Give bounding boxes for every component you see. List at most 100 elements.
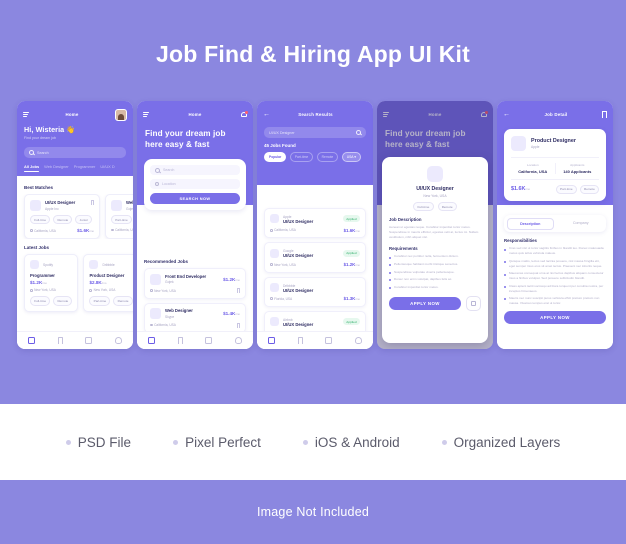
location-pin-icon: [150, 323, 153, 327]
filter-remote[interactable]: Remote: [316, 152, 339, 162]
page-title: Job Find & Hiring App UI Kit: [156, 41, 470, 67]
list-item[interactable]: Front End Developer Gojek $1.2K/mo New Y…: [144, 268, 246, 299]
phone-screen-search: Home Find your dream job here easy & fas…: [137, 101, 253, 349]
job-location-text: California, USA: [34, 228, 56, 233]
apply-now-button[interactable]: APPLY NOW: [504, 311, 606, 325]
detail-tabs: Description Company: [504, 215, 606, 233]
category-tab-uiux[interactable]: UI/UX D: [100, 164, 114, 169]
category-tab-programmer[interactable]: Programmer: [74, 164, 96, 169]
search-now-button[interactable]: SEARCH NOW: [150, 193, 240, 205]
bookmark-icon[interactable]: [297, 337, 304, 344]
list-item[interactable]: Apple UI/UX Designer Applied California,…: [264, 208, 366, 239]
hamburger-icon[interactable]: [143, 112, 149, 117]
apply-now-button[interactable]: APPLY NOW: [389, 296, 461, 310]
avatar[interactable]: [115, 108, 127, 121]
job-summary-card: Product Designer Apple Location Californ…: [504, 129, 606, 201]
phone-screen-detail-modal: Home Find your dream job here easy & fas…: [377, 101, 493, 349]
profile-icon[interactable]: [354, 337, 362, 344]
job-salary: $1.3K/mo: [344, 296, 360, 301]
job-card[interactable]: Spotify Programmer $1.2K/mo New York, US…: [24, 254, 79, 312]
bookmark-icon[interactable]: [57, 337, 64, 344]
company-logo: [150, 308, 161, 319]
filter-country-dropdown[interactable]: USA ▾: [341, 152, 361, 162]
stat-label: Applicants: [570, 163, 585, 167]
job-salary-value: $1.6K: [511, 186, 526, 193]
job-salary: $1.2K/mo: [344, 262, 360, 267]
location-pin-icon: [270, 263, 273, 266]
latest-jobs-list: Spotify Programmer $1.2K/mo New York, US…: [17, 254, 133, 312]
job-salary-value: $1.6K: [77, 228, 90, 234]
back-arrow-icon[interactable]: ←: [263, 111, 270, 118]
greeting-block: Hi, Wisteria 👋 Find your dream job: [17, 121, 133, 147]
search-icon: [356, 130, 361, 135]
job-title: Web Designer: [126, 200, 133, 205]
job-card[interactable]: UI/UX Designer Apple Inc Full-time Remot…: [24, 194, 100, 240]
search-input[interactable]: Search: [24, 147, 126, 158]
list-item[interactable]: Web Designer Skype $1.4K/mo California, …: [144, 302, 246, 333]
list-item[interactable]: Dribbble UI/UX Designer Florida, USA $1.…: [264, 276, 366, 307]
briefcase-icon[interactable]: [325, 337, 333, 344]
search-header: Home Find your dream job here easy & fas…: [137, 101, 253, 211]
feature-label: Pixel Perfect: [185, 434, 261, 450]
list-item[interactable]: Google UI/UX Designer Applied New York, …: [264, 242, 366, 273]
job-card[interactable]: Dribbble Product Designer $2.8K/mo New Y…: [83, 254, 133, 312]
responsibility-item: Class aptent taciti sociosqu ad litora t…: [504, 284, 606, 294]
bottom-tabbar: [137, 331, 253, 349]
bookmark-icon[interactable]: [236, 288, 240, 293]
feature-organized-layers: Organized Layers: [441, 435, 560, 450]
bookmark-icon[interactable]: [236, 322, 240, 328]
bookmark-icon[interactable]: [601, 111, 607, 118]
tab-description[interactable]: Description: [506, 217, 554, 230]
job-salary-unit: /mo: [101, 281, 107, 286]
responsibility-item: Cras sed nisl ut tortor sagittis finibus…: [504, 246, 606, 256]
home-content-sheet: Best Matches UI/UX Designer Apple Inc Fu…: [17, 179, 133, 349]
back-arrow-icon[interactable]: ←: [503, 111, 510, 118]
location-input[interactable]: Location: [150, 179, 240, 190]
job-salary: $1.6K/mo: [511, 186, 530, 192]
filter-chips: Popular Part-time Remote USA ▾: [257, 152, 373, 169]
briefcase-icon[interactable]: [85, 337, 93, 344]
filter-part-time[interactable]: Part-time: [289, 152, 314, 162]
search-input[interactable]: Search: [150, 165, 240, 176]
job-tag: Junior: [75, 215, 93, 225]
bookmark-square-icon[interactable]: [466, 295, 481, 311]
category-tab-web-designer[interactable]: Web Designer: [44, 164, 69, 169]
category-tab-all-jobs[interactable]: All Jobs: [24, 164, 40, 172]
bookmark-icon[interactable]: [90, 200, 94, 205]
search-input[interactable]: UI/UX Designer: [264, 127, 366, 138]
filter-popular[interactable]: Popular: [264, 152, 287, 162]
stat-location: Location California, USA: [511, 163, 555, 174]
job-location-text: New York, USA: [34, 288, 56, 293]
hamburger-icon[interactable]: [23, 112, 29, 117]
feature-ios-android: iOS & Android: [302, 434, 400, 450]
profile-icon[interactable]: [234, 337, 242, 344]
home-icon[interactable]: [148, 337, 156, 344]
search-navbar: Home: [137, 108, 253, 121]
notification-bell-icon[interactable]: [241, 111, 248, 118]
recommended-sheet: Recommended Jobs Front End Developer Goj…: [137, 253, 253, 349]
profile-icon[interactable]: [114, 337, 122, 344]
job-salary-unit: /mo: [89, 229, 94, 234]
job-salary: $1.6K/mo: [344, 228, 360, 233]
best-matches-heading: Best Matches: [24, 185, 54, 190]
location-pin-icon: [150, 289, 153, 292]
home-icon[interactable]: [28, 337, 36, 344]
job-title: UI/UX Designer: [45, 200, 76, 205]
job-location-text: New York, USA: [274, 262, 296, 267]
job-description-heading: Job Description: [389, 217, 422, 223]
filter-country-label: USA: [346, 155, 354, 159]
job-salary-unit: /mo: [525, 187, 531, 192]
job-detail-header: ← Job Detail Product Designer Apple Loca…: [497, 101, 613, 205]
job-card[interactable]: Web Designer Gojek Part-time Remote Cali…: [105, 194, 133, 240]
feature-label: iOS & Android: [314, 434, 400, 450]
job-tags: Full-time Remote: [389, 202, 481, 212]
briefcase-icon[interactable]: [205, 337, 213, 344]
home-icon[interactable]: [268, 337, 276, 344]
job-salary: $1.4K/mo: [223, 311, 240, 316]
job-salary-unit: /mo: [42, 281, 47, 286]
feature-psd-file: PSD File: [65, 435, 131, 450]
company-name: Gojek: [165, 280, 174, 285]
job-tag: Remote: [113, 296, 133, 306]
bookmark-icon[interactable]: [177, 337, 184, 344]
tab-company[interactable]: Company: [558, 218, 604, 230]
